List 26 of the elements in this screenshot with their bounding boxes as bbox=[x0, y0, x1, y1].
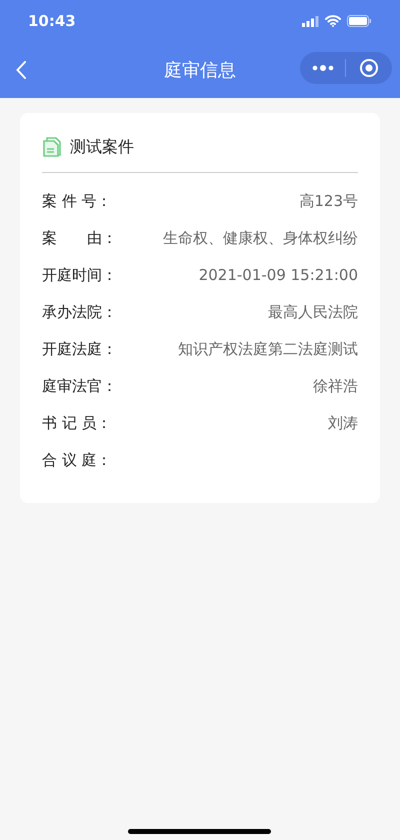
page-title: 庭审信息 bbox=[164, 58, 236, 82]
field-label: 合 议 庭： bbox=[42, 450, 112, 472]
field-label: 开庭时间： bbox=[42, 265, 117, 286]
field-label: 承办法院： bbox=[42, 302, 117, 324]
field-label: 开庭法庭： bbox=[42, 339, 117, 360]
field-label: 案 由： bbox=[42, 228, 117, 250]
more-icon bbox=[312, 65, 334, 71]
case-title: 测试案件 bbox=[70, 136, 134, 158]
field-value: 2021-01-09 15:21:00 bbox=[198, 265, 358, 286]
battery-icon bbox=[347, 15, 372, 27]
signal-icon bbox=[302, 16, 319, 26]
wifi-icon bbox=[325, 15, 341, 27]
back-button[interactable] bbox=[14, 59, 28, 81]
field-label: 案 件 号： bbox=[42, 191, 112, 212]
field-label: 书 记 员： bbox=[42, 413, 112, 434]
document-icon bbox=[42, 137, 64, 157]
back-icon bbox=[16, 61, 26, 79]
field-value: 最高人民法院 bbox=[268, 302, 358, 324]
field-value: 生命权、健康权、身体权纠纷 bbox=[163, 228, 358, 250]
status-time: 10:43 bbox=[28, 10, 76, 32]
field-value: 高123号 bbox=[299, 191, 358, 212]
field-value: 知识产权法庭第二法庭测试 bbox=[178, 339, 358, 360]
target-icon bbox=[359, 58, 379, 78]
field-label: 庭审法官： bbox=[42, 376, 117, 398]
field-value: 刘涛 bbox=[328, 413, 358, 434]
field-value: 徐祥浩 bbox=[313, 376, 358, 398]
